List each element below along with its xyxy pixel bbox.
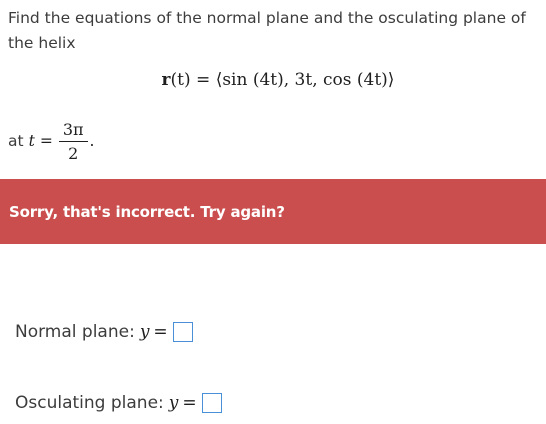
helix-formula: r(t) = ⟨sin (4t), 3t, cos (4t)⟩ [0,70,546,90]
feedback-message: Sorry, that's incorrect. Try again? [9,202,285,221]
normal-plane-input[interactable] [172,322,193,342]
osculating-plane-variable: y [168,393,179,413]
normal-plane-equals: = [153,322,168,342]
formula-equals: = [196,70,211,90]
osculating-plane-label: Osculating plane: [15,393,164,413]
fraction-denominator: 2 [68,143,79,163]
normal-plane-row: Normal plane: y = [15,322,193,342]
osculating-plane-equals: = [182,393,197,413]
evaluation-point: at t = 3π 2 . [8,115,94,167]
osculating-plane-input[interactable] [201,393,222,413]
feedback-banner: Sorry, that's incorrect. Try again? [0,179,546,244]
at-period: . [89,132,95,150]
normal-plane-variable: y [139,322,150,342]
formula-expression: ⟨sin (4t), 3t, cos (4t)⟩ [215,70,395,90]
at-fraction: 3π 2 [58,119,88,163]
at-variable: t [28,132,35,150]
normal-plane-label: Normal plane: [15,322,135,342]
formula-arg: (t) [170,70,191,90]
fraction-numerator: 3π [62,119,84,139]
question-prompt: Find the equations of the normal plane a… [8,9,526,52]
formula-vector: r [161,70,171,90]
osculating-plane-row: Osculating plane: y = [15,393,222,413]
at-label: at [8,132,24,150]
at-equals: = [39,132,53,150]
